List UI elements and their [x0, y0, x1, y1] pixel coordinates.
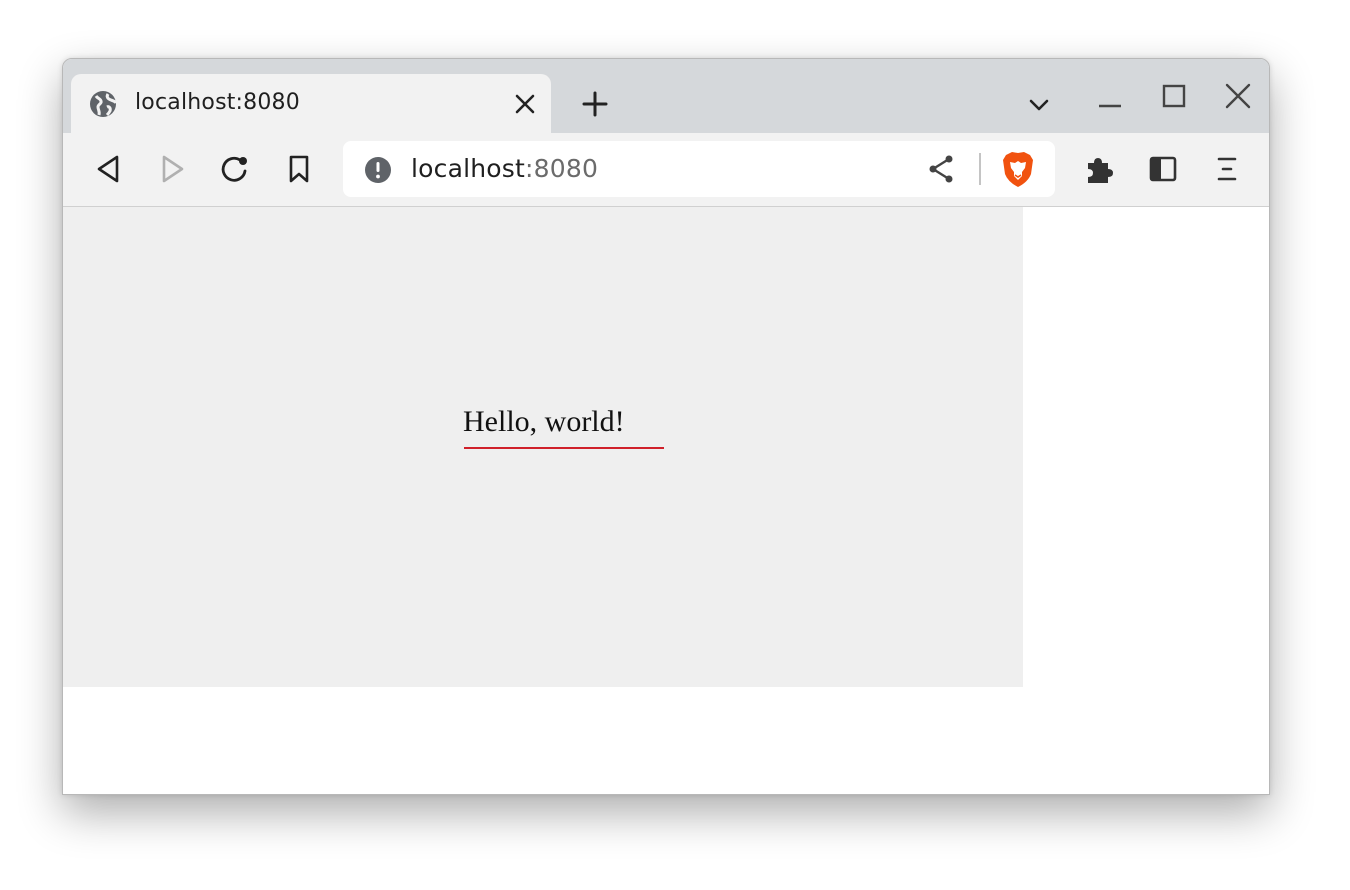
sidebar-toggle-icon[interactable]	[1147, 153, 1179, 185]
page-content: Hello, world!	[63, 207, 1269, 794]
extensions-puzzle-icon[interactable]	[1083, 153, 1115, 185]
minimize-icon[interactable]	[1095, 89, 1125, 119]
browser-window: localhost:8080 localhost:8080 Hello, wor…	[62, 58, 1270, 795]
address-bar[interactable]: localhost:8080	[343, 141, 1055, 197]
maximize-icon[interactable]	[1159, 81, 1189, 111]
forward-icon[interactable]	[156, 153, 188, 185]
tab-strip: localhost:8080	[63, 59, 1269, 133]
site-info-icon[interactable]	[363, 155, 393, 185]
red-underline	[464, 447, 664, 449]
tab-close-icon[interactable]	[511, 90, 539, 118]
bookmark-icon[interactable]	[283, 153, 315, 185]
url-port: :8080	[525, 154, 599, 183]
tab-search-chevron-down-icon[interactable]	[1025, 91, 1053, 119]
new-tab-plus-icon[interactable]	[577, 89, 613, 119]
tab-localhost[interactable]: localhost:8080	[71, 74, 551, 133]
hello-text: Hello, world!	[463, 405, 625, 438]
globe-icon	[88, 89, 118, 119]
page-canvas: Hello, world!	[63, 207, 1023, 687]
url-host: localhost	[411, 154, 526, 183]
brave-shields-icon[interactable]	[1000, 150, 1036, 188]
omnibox-divider	[979, 153, 981, 185]
toolbar: localhost:8080	[63, 133, 1269, 207]
back-icon[interactable]	[93, 153, 125, 185]
tab-title: localhost:8080	[135, 90, 300, 115]
window-close-icon[interactable]	[1223, 81, 1253, 111]
share-icon[interactable]	[925, 153, 957, 185]
url-text[interactable]: localhost:8080	[411, 154, 598, 183]
reload-icon[interactable]	[219, 153, 251, 185]
menu-icon[interactable]	[1211, 153, 1243, 185]
